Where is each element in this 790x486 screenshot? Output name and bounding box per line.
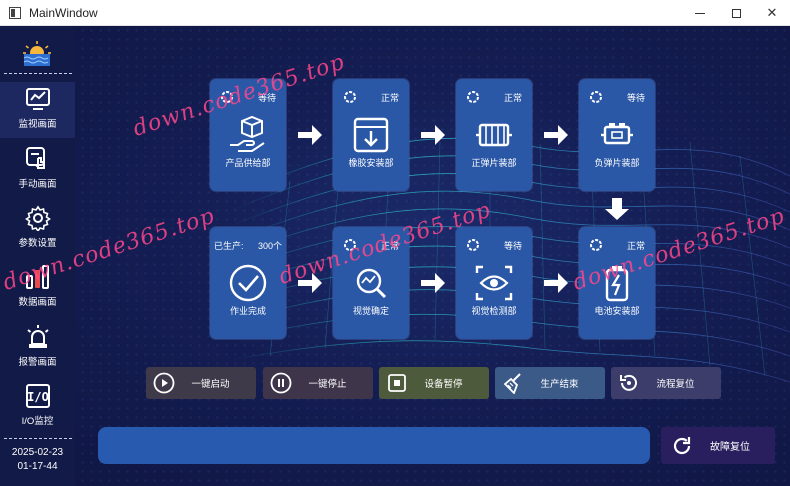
- sidebar-item-label: 数据画面: [18, 297, 57, 308]
- button-label: 一键停止: [308, 379, 347, 390]
- produced-label: 已生产:: [214, 241, 244, 251]
- sidebar-item-label: 监视画面: [18, 119, 57, 130]
- play-icon: [153, 372, 175, 394]
- date-time-display: 2025-02-23 01-17-44: [0, 446, 75, 474]
- station-card-vision-inspect[interactable]: 等待 视觉检测部: [456, 227, 532, 339]
- alarm-light-icon: [26, 325, 49, 348]
- station-status: 等待: [503, 241, 522, 251]
- vision-search-icon: [356, 268, 387, 299]
- time-text: 01-17-44: [17, 461, 58, 472]
- station-status: 等待: [626, 93, 645, 103]
- logo-sun-sea-icon: [23, 41, 51, 66]
- eye-scan-icon: [475, 265, 513, 301]
- station-card-job-complete[interactable]: 已生产: 300个 作业完成: [210, 227, 286, 339]
- sidebar-item-monitor[interactable]: 监视画面: [0, 82, 75, 138]
- flow-arrow-left-icon: [421, 273, 445, 293]
- station-card-negative-spring[interactable]: 等待 负弹片装部: [579, 79, 655, 191]
- status-ring-icon: [467, 91, 479, 103]
- station-name: 正弹片装部: [471, 158, 517, 168]
- status-message-bar: [98, 427, 650, 464]
- one-click-start-button[interactable]: 一键启动: [146, 367, 256, 399]
- station-name: 负弹片装部: [594, 158, 640, 168]
- sidebar-item-alarm[interactable]: 报警画面: [0, 320, 75, 376]
- station-name: 视觉确定: [352, 306, 389, 316]
- station-card-rubber-install[interactable]: 正常 橡胶安装部: [333, 79, 409, 191]
- fault-reset-button[interactable]: 故障复位: [661, 427, 775, 464]
- sidebar-item-label: 手动画面: [18, 179, 57, 190]
- close-icon: ✕: [766, 5, 778, 20]
- produced-count: 300个: [257, 241, 282, 251]
- close-button[interactable]: ✕: [754, 0, 790, 26]
- refresh-icon: [673, 436, 691, 454]
- station-name: 橡胶安装部: [348, 158, 394, 168]
- station-name: 视觉检测部: [471, 306, 517, 316]
- process-reset-button[interactable]: 流程复位: [611, 367, 721, 399]
- sidebar-divider-top: [4, 73, 72, 74]
- button-label: 设备暂停: [424, 379, 463, 390]
- status-ring-icon: [467, 239, 479, 251]
- stop-icon: [388, 374, 406, 392]
- status-ring-icon: [590, 239, 602, 251]
- spring-icon: [476, 123, 512, 147]
- station-status: 正常: [380, 93, 399, 103]
- manual-touch-icon: [25, 147, 45, 170]
- station-name: 产品供给部: [225, 158, 271, 168]
- button-label: 故障复位: [710, 442, 750, 453]
- flow-arrow-down-icon: [605, 198, 629, 220]
- sidebar-item-label: I/O监控: [21, 416, 54, 427]
- main-area: 监视画面 手动画面 参数设置 数据画面 报警画面 I/O I/O监控 2025-…: [0, 26, 790, 486]
- sidebar-divider-bottom: [4, 438, 72, 439]
- status-ring-icon: [590, 91, 602, 103]
- date-text: 2025-02-23: [11, 447, 64, 458]
- minimize-button[interactable]: [682, 0, 718, 26]
- station-name: 电池安装部: [594, 306, 640, 316]
- broom-icon: [503, 373, 521, 394]
- package-hand-icon: [230, 115, 265, 152]
- app-window-icon: [9, 6, 21, 19]
- sidebar-item-manual[interactable]: 手动画面: [0, 142, 75, 198]
- title-bar: MainWindow ✕: [0, 0, 790, 26]
- flow-arrow-right-icon: [298, 125, 322, 145]
- status-ring-icon: [344, 91, 356, 103]
- minimize-icon: [695, 12, 705, 14]
- window-title: MainWindow: [29, 5, 98, 20]
- station-card-positive-spring[interactable]: 正常 正弹片装部: [456, 79, 532, 191]
- reset-icon: [620, 374, 637, 391]
- one-click-stop-button[interactable]: 一键停止: [263, 367, 373, 399]
- sidebar-item-label: 参数设置: [18, 238, 57, 249]
- button-label: 一键启动: [191, 379, 230, 390]
- station-name: 作业完成: [229, 306, 266, 316]
- svg-text:I/O: I/O: [27, 390, 49, 404]
- flow-arrow-left-icon: [544, 273, 568, 293]
- check-circle-icon: [229, 264, 267, 302]
- button-label: 生产结束: [540, 379, 579, 390]
- monitor-chart-icon: [25, 88, 50, 110]
- maximize-button[interactable]: [718, 0, 754, 26]
- button-label: 流程复位: [656, 379, 695, 390]
- box-down-icon: [353, 117, 389, 153]
- sidebar-item-io[interactable]: I/O I/O监控: [0, 379, 75, 435]
- station-status: 正常: [503, 93, 522, 103]
- production-end-button[interactable]: 生产结束: [495, 367, 605, 399]
- io-icon: I/O: [25, 384, 50, 408]
- battery-part-icon: [601, 123, 633, 145]
- sidebar-item-settings[interactable]: 参数设置: [0, 201, 75, 257]
- gear-icon: [24, 205, 51, 231]
- flow-arrow-right-icon: [544, 125, 568, 145]
- maximize-icon: [731, 8, 741, 18]
- device-pause-button[interactable]: 设备暂停: [379, 367, 489, 399]
- pause-icon: [270, 372, 292, 394]
- flow-arrow-right-icon: [421, 125, 445, 145]
- sidebar-item-label: 报警画面: [18, 357, 57, 368]
